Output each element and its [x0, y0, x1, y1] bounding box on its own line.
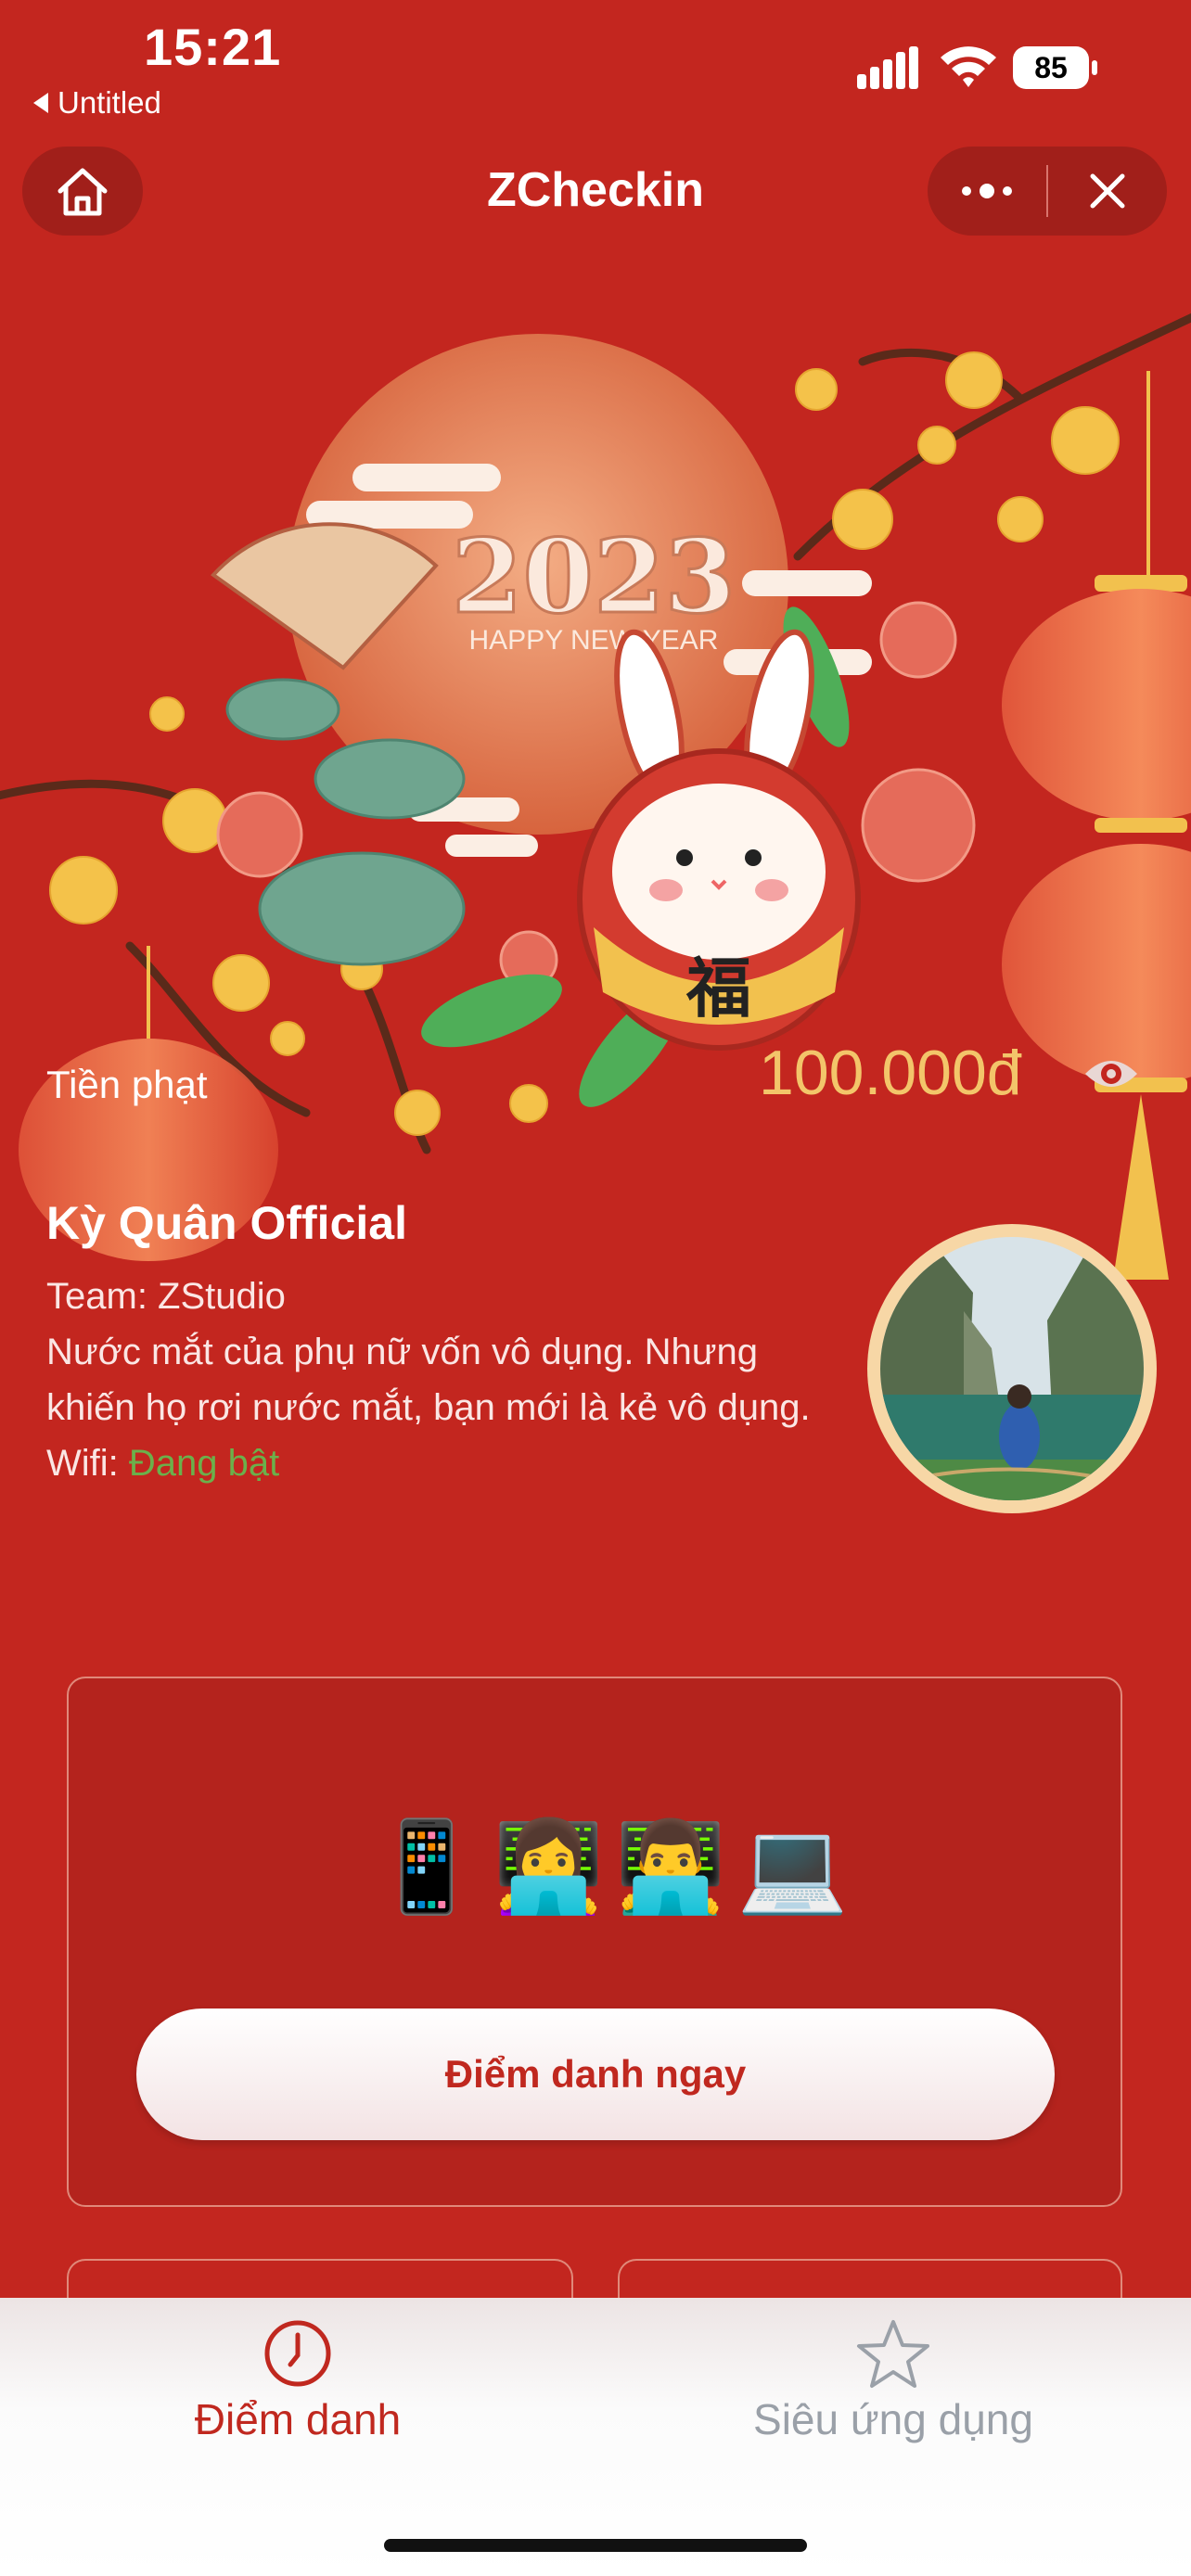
profile-team: Team: ZStudio [46, 1276, 286, 1317]
profile-name: Kỳ Quân Official [46, 1197, 407, 1249]
mini-program-capsule [928, 147, 1167, 236]
avatar-photo [880, 1237, 1144, 1500]
profile-bio: Nước mắt của phụ nữ vốn vô dụng. Nhưng k… [46, 1332, 811, 1428]
tab-super-apps[interactable]: Siêu ứng dụng [596, 2318, 1191, 2444]
checkin-now-button[interactable]: Điểm danh ngay [136, 2009, 1055, 2140]
clock-icon [264, 2320, 331, 2387]
wifi-status: Đang bật [128, 1443, 280, 1484]
status-time: 15:21 [144, 18, 282, 76]
tab-checkin-label: Điểm danh [194, 2395, 402, 2443]
avatar[interactable] [867, 1224, 1157, 1513]
fu-character: 福 [685, 950, 751, 1027]
wifi-icon [941, 46, 996, 87]
laptop-emoji: 💻 [736, 1817, 849, 1917]
more-dots-icon [962, 184, 1012, 198]
banner-year: 2023 [452, 516, 736, 636]
wifi-label: Wifi: [46, 1443, 119, 1484]
tab-checkin[interactable]: Điểm danh [0, 2318, 596, 2444]
home-indicator[interactable] [384, 2539, 807, 2552]
close-icon [1090, 173, 1125, 209]
eye-icon[interactable] [1083, 1053, 1139, 1094]
back-to-app-link[interactable]: Untitled [33, 85, 161, 121]
more-button[interactable] [928, 147, 1046, 236]
battery-level: 85 [1034, 50, 1068, 84]
emoji-row: 📱 👩‍💻 👨‍💻 💻 [371, 1816, 848, 1919]
man-technologist-emoji: 👨‍💻 [615, 1817, 726, 1917]
banner-greeting: HAPPY NEW YEAR [469, 625, 719, 656]
fine-amount: 100.000đ [759, 1038, 1022, 1108]
phone-emoji: 📱 [371, 1817, 482, 1917]
profile-info: Team: ZStudio Nước mắt của phụ nữ vốn vô… [46, 1269, 826, 1491]
new-year-banner: 2023 HAPPY NEW YEAR 福 [0, 312, 1191, 1280]
back-triangle-icon [33, 93, 48, 113]
battery-indicator: 85 [1013, 46, 1098, 89]
cellular-signal-icon [857, 46, 918, 89]
wifi-row: Wifi: Đang bật [46, 1435, 826, 1491]
star-icon [857, 2320, 929, 2388]
back-app-label: Untitled [58, 85, 161, 120]
fine-label: Tiền phạt [46, 1063, 208, 1106]
tab-super-apps-label: Siêu ứng dụng [753, 2395, 1033, 2443]
woman-technologist-emoji: 👩‍💻 [493, 1817, 605, 1917]
close-button[interactable] [1048, 147, 1167, 236]
